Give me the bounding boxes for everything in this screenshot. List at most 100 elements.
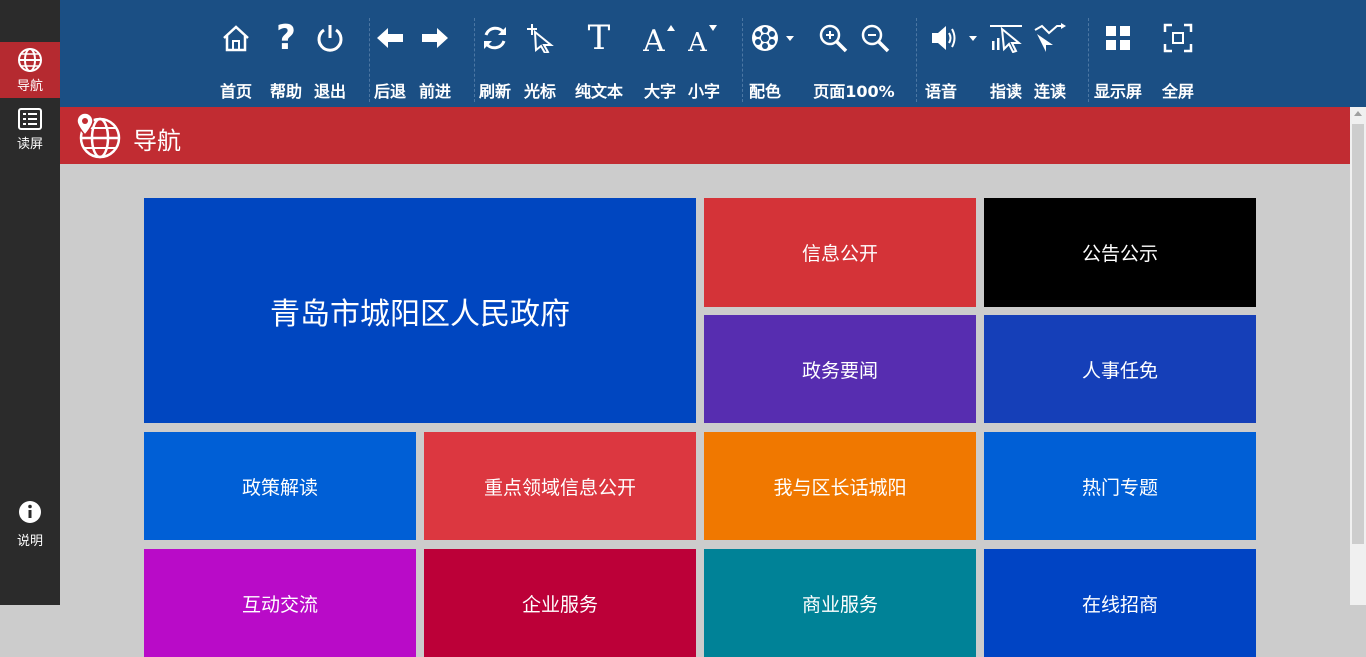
sidebar-item-label: 说明	[16, 534, 43, 549]
tile-enterprise-services[interactable]: 企业服务	[424, 549, 696, 657]
tile-label: 热门专题	[1081, 476, 1158, 499]
tile-label: 商业服务	[801, 593, 878, 616]
tile-label: 重点领域信息公开	[483, 476, 636, 499]
tile-government-news[interactable]: 政务要闻	[704, 315, 976, 423]
continuous-read-button[interactable]: 连读	[1030, 0, 1070, 107]
color-scheme-label: 配色	[749, 82, 782, 101]
zoom-out-icon	[861, 24, 890, 53]
home-button[interactable]: 首页	[214, 0, 258, 107]
grid-icon	[1106, 26, 1130, 50]
tile-commercial-services[interactable]: 商业服务	[704, 549, 976, 657]
refresh-label: 刷新	[478, 82, 511, 101]
font-decrease-icon: A	[688, 25, 717, 53]
fullscreen-button[interactable]: 全屏	[1158, 0, 1198, 107]
cursor-label: 光标	[523, 82, 556, 101]
refresh-icon	[484, 26, 506, 50]
tile-label: 企业服务	[521, 593, 598, 616]
exit-label: 退出	[313, 82, 346, 101]
tile-announcements[interactable]: 公告公示	[984, 198, 1256, 307]
tile-label: 青岛市城阳区人民政府	[270, 296, 570, 332]
sidebar-item-label: 读屏	[16, 137, 43, 152]
page-title: 导航	[133, 127, 181, 155]
list-icon	[18, 108, 42, 130]
fullscreen-icon	[1163, 23, 1193, 53]
location-globe-icon	[76, 112, 121, 159]
point-read-label: 指读	[989, 82, 1022, 101]
exit-button[interactable]: 退出	[310, 0, 350, 107]
separator	[742, 18, 743, 102]
display-screen-button[interactable]: 显示屏	[1090, 0, 1146, 107]
power-icon	[317, 25, 343, 52]
continuous-read-label: 连读	[1033, 82, 1066, 101]
voice-label: 语音	[925, 82, 958, 101]
separator	[1088, 18, 1089, 102]
large-text-label: 大字	[643, 82, 676, 101]
vertical-scrollbar[interactable]	[1350, 107, 1366, 605]
separator	[916, 18, 917, 102]
zoom-in-icon	[819, 24, 848, 53]
arrow-right-icon	[422, 28, 448, 48]
pointer-read-icon	[990, 25, 1022, 53]
large-text-button[interactable]: A 大字	[640, 0, 680, 107]
home-label: 首页	[219, 82, 252, 101]
display-screen-label: 显示屏	[1093, 82, 1142, 101]
nav-title-bar: 导航	[60, 107, 1350, 164]
cursor-icon	[527, 24, 554, 53]
fullscreen-label: 全屏	[1161, 82, 1194, 101]
tile-label: 政策解读	[241, 476, 318, 499]
continuous-read-icon	[1034, 23, 1066, 52]
tile-hot-topics[interactable]: 热门专题	[984, 432, 1256, 540]
back-button[interactable]: 后退	[370, 0, 410, 107]
page-zoom-label: 页面100%	[813, 82, 895, 101]
forward-button[interactable]: 前进	[415, 0, 455, 107]
point-read-button[interactable]: 指读	[986, 0, 1026, 107]
plain-text-button[interactable]: T 纯文本	[570, 0, 628, 107]
globe-icon	[18, 48, 42, 72]
help-label: 帮助	[269, 82, 302, 101]
tile-personnel[interactable]: 人事任免	[984, 315, 1256, 423]
back-label: 后退	[373, 82, 406, 101]
scrollbar-thumb[interactable]	[1352, 124, 1364, 544]
tile-talk-with-mayor[interactable]: 我与区长话城阳	[704, 432, 976, 540]
tile-label: 互动交流	[241, 593, 318, 616]
sidebar-item-help[interactable]: 说明	[0, 500, 60, 550]
svg-text:A: A	[643, 24, 665, 53]
small-text-label: 小字	[687, 82, 720, 101]
home-icon	[223, 25, 249, 52]
small-text-button[interactable]: A 小字	[684, 0, 724, 107]
svg-text:A: A	[688, 28, 708, 53]
tile-label: 政务要闻	[801, 359, 878, 382]
text-icon: T	[587, 18, 611, 58]
tile-label: 我与区长话城阳	[773, 476, 907, 499]
tile-interaction[interactable]: 互动交流	[144, 549, 416, 657]
tile-label: 在线招商	[1081, 593, 1158, 616]
palette-icon	[752, 25, 794, 51]
tile-site-home[interactable]: 青岛市城阳区人民政府	[144, 198, 696, 423]
plain-text-label: 纯文本	[574, 82, 623, 101]
color-scheme-button[interactable]: 配色	[744, 0, 802, 107]
page-zoom-button[interactable]: 页面100%	[812, 0, 896, 107]
scroll-up-icon[interactable]	[1354, 111, 1362, 116]
toolbar: 首页 ? 帮助 退出 后退 前进 刷新 光标 T 纯文本 A 大字 A 小字 配…	[60, 0, 1366, 107]
tile-label: 公告公示	[1081, 243, 1158, 265]
voice-button[interactable]: 语音	[922, 0, 986, 107]
forward-label: 前进	[418, 82, 451, 101]
tile-label: 人事任免	[1081, 359, 1158, 382]
arrow-left-icon	[377, 28, 403, 48]
left-sidebar: 导航 读屏 说明	[0, 0, 60, 605]
help-button[interactable]: ? 帮助	[266, 0, 306, 107]
tile-key-areas[interactable]: 重点领域信息公开	[424, 432, 696, 540]
info-icon	[19, 501, 41, 523]
speaker-icon	[932, 26, 977, 50]
refresh-button[interactable]: 刷新	[475, 0, 515, 107]
tile-info-disclosure[interactable]: 信息公开	[704, 198, 976, 307]
sidebar-item-label: 导航	[16, 79, 43, 94]
question-icon: ?	[276, 18, 296, 58]
font-increase-icon: A	[643, 24, 675, 53]
sidebar-item-nav[interactable]: 导航	[0, 42, 60, 98]
tile-label: 信息公开	[801, 243, 878, 265]
tile-policy-interpretation[interactable]: 政策解读	[144, 432, 416, 540]
tile-online-investment[interactable]: 在线招商	[984, 549, 1256, 657]
cursor-button[interactable]: 光标	[520, 0, 560, 107]
sidebar-item-read[interactable]: 读屏	[0, 106, 60, 156]
